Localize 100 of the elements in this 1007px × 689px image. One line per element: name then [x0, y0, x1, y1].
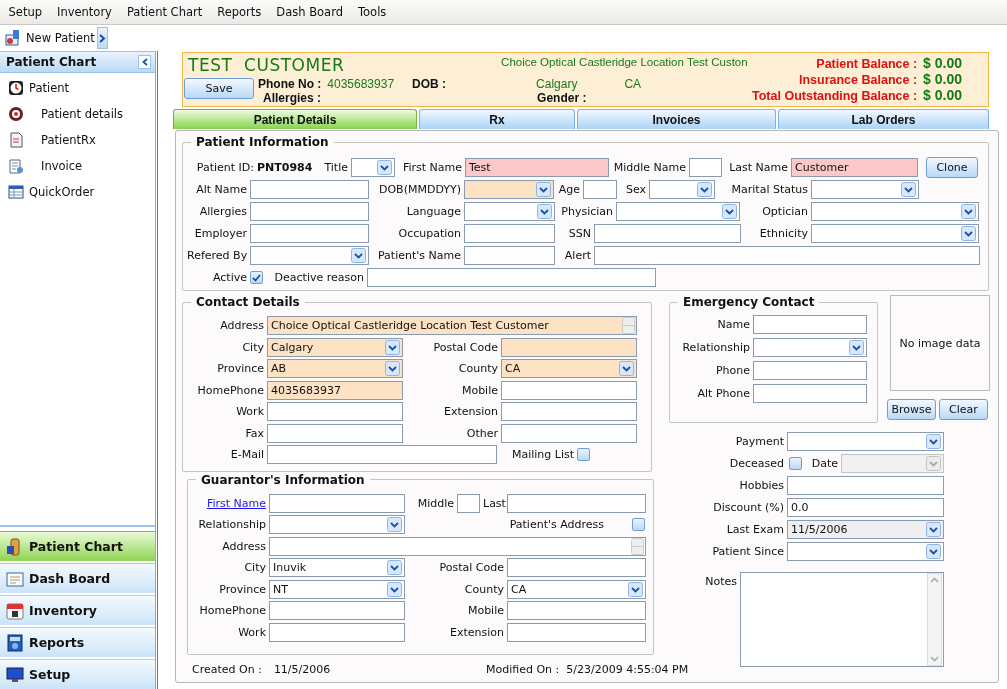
text-area[interactable] [269, 536, 646, 556]
dropdown-field[interactable]: 11/5/2006 [787, 520, 944, 539]
nav-button[interactable]: Reports [0, 627, 155, 657]
tree-item[interactable]: Invoice [0, 153, 155, 179]
text-field[interactable] [507, 601, 646, 620]
field-label: County [457, 362, 498, 375]
text-field[interactable] [689, 158, 722, 177]
dropdown-field[interactable]: CA [501, 359, 637, 378]
collapse-button[interactable] [138, 55, 151, 69]
dropdown-field[interactable] [269, 515, 405, 534]
text-field[interactable] [250, 202, 369, 221]
menu-item[interactable]: Tools [350, 5, 394, 19]
dropdown-field[interactable] [811, 202, 979, 221]
save-button[interactable]: Save [184, 78, 254, 99]
text-field[interactable] [753, 384, 867, 403]
tab[interactable]: Lab Orders [778, 109, 989, 129]
field-link[interactable]: First Name [192, 496, 266, 510]
menu-item[interactable]: Reports [209, 5, 269, 19]
text-field[interactable] [457, 493, 480, 513]
text-field[interactable]: 0.0 [787, 498, 944, 517]
text-area[interactable]: Choice Optical Castleridge Location Test Customer [267, 316, 637, 335]
text-field[interactable] [250, 180, 369, 199]
text-field[interactable] [267, 445, 497, 464]
tab[interactable]: Patient Details [173, 109, 417, 129]
text-field[interactable] [269, 601, 405, 620]
text-field[interactable] [267, 402, 403, 421]
nav-button[interactable]: Dash Board [0, 563, 155, 593]
text-field[interactable] [507, 493, 646, 513]
text-field[interactable] [501, 423, 637, 443]
dropdown-field[interactable] [811, 224, 979, 243]
expand-button[interactable] [96, 27, 108, 49]
text-field[interactable] [501, 337, 637, 357]
dropdown-field[interactable] [616, 202, 740, 221]
text-field[interactable]: 4035683937 [267, 380, 403, 400]
tree-item[interactable]: Patient [0, 75, 155, 101]
text-field[interactable]: Customer [791, 158, 918, 177]
text-field[interactable] [367, 268, 656, 287]
checkbox[interactable] [577, 448, 590, 461]
caret-icon [351, 248, 366, 263]
text-field[interactable] [464, 246, 555, 265]
text-field[interactable]: Test [465, 158, 609, 177]
dropdown-field[interactable] [351, 158, 395, 177]
dropdown-field[interactable]: AB [267, 359, 403, 378]
dropdown-field[interactable] [787, 432, 944, 451]
checkbox[interactable] [250, 271, 263, 284]
text-field[interactable] [594, 246, 980, 265]
field-label: County [463, 582, 504, 596]
nav-button[interactable]: Setup [0, 659, 155, 689]
nav-button[interactable]: Inventory [0, 595, 155, 625]
nav-button[interactable]: Patient Chart [0, 531, 155, 561]
menu-item[interactable]: Setup [1, 5, 50, 19]
text-field[interactable] [507, 558, 646, 577]
tree-item[interactable]: QuickOrder [0, 179, 155, 205]
dropdown-field[interactable] [787, 542, 944, 561]
tree-item[interactable]: PatientRx [0, 127, 155, 153]
caret-icon [387, 560, 402, 575]
dropdown-field[interactable]: NT [269, 579, 405, 599]
field-label: DOB(MMDDYY) [377, 183, 461, 196]
clone-button[interactable]: Clone [926, 157, 978, 178]
text-field[interactable] [267, 423, 403, 443]
dropdown-field[interactable] [464, 180, 554, 199]
dropdown-field[interactable]: CA [507, 579, 646, 599]
notes-field[interactable] [740, 572, 944, 667]
new-patient-button[interactable]: New Patient [2, 27, 97, 49]
text-field[interactable] [594, 224, 741, 243]
dropdown-field[interactable] [811, 180, 919, 199]
caret-icon [961, 204, 976, 219]
text-field[interactable] [250, 224, 369, 243]
text-field[interactable] [269, 493, 405, 513]
text-field[interactable] [753, 361, 867, 380]
placeholder-text: No image data [899, 336, 981, 350]
dropdown-field[interactable] [250, 246, 369, 265]
checkbox[interactable] [632, 518, 645, 531]
text-field[interactable] [753, 315, 867, 334]
menu-item[interactable]: Patient Chart [119, 5, 210, 19]
dropdown-field[interactable]: Calgary [267, 337, 403, 357]
dropdown-field[interactable] [753, 338, 867, 357]
text-field[interactable] [583, 180, 617, 199]
text-field[interactable] [269, 622, 405, 642]
text-field[interactable] [507, 622, 646, 642]
dropdown-field[interactable] [649, 180, 715, 199]
text-field[interactable] [464, 224, 555, 243]
dropdown-field[interactable]: Inuvik [269, 558, 405, 577]
field-label: Postal Code [438, 561, 504, 574]
text-field[interactable] [501, 380, 637, 400]
menu-item[interactable]: Inventory [49, 5, 120, 19]
photo-button[interactable]: Clear [939, 399, 988, 420]
photo-button[interactable]: Browse [887, 399, 936, 420]
tab[interactable]: Rx [419, 109, 575, 129]
checkbox[interactable] [789, 457, 802, 470]
tree-item[interactable]: Patient details [0, 101, 155, 127]
field-label: Ethnicity [758, 227, 808, 240]
tab[interactable]: Invoices [577, 109, 776, 129]
dropdown-field[interactable] [464, 202, 555, 221]
field-label: Mobile [466, 604, 504, 617]
text-field[interactable] [501, 402, 637, 421]
field-label: City [241, 340, 264, 354]
patient-card-icon [4, 29, 22, 47]
text-field[interactable] [787, 476, 944, 495]
menu-item[interactable]: Dash Board [268, 5, 351, 19]
